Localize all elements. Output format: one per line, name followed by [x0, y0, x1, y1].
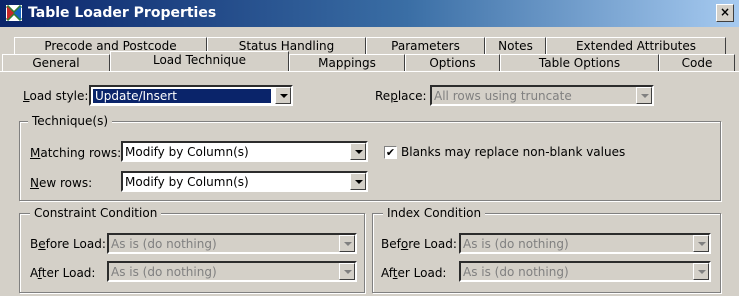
- load-style-select[interactable]: Update/Insert: [89, 85, 293, 106]
- constraint-after-load-label: After Load:: [30, 266, 96, 280]
- matching-rows-label: Matching rows:: [30, 146, 122, 160]
- replace-label: Replace:: [375, 89, 427, 103]
- blanks-checkbox[interactable]: ✔: [384, 146, 397, 159]
- index-after-load-select[interactable]: As is (do nothing): [459, 261, 711, 282]
- index-after-load-label: After Load:: [381, 266, 447, 280]
- constraint-condition-title: Constraint Condition: [30, 206, 162, 220]
- window-title: Table Loader Properties: [28, 5, 217, 21]
- replace-select[interactable]: All rows using truncate: [430, 85, 654, 106]
- matching-rows-select[interactable]: Modify by Column(s): [121, 141, 368, 162]
- table-loader-icon: [6, 5, 22, 21]
- chevron-down-icon[interactable]: [350, 173, 366, 190]
- new-rows-select[interactable]: Modify by Column(s): [121, 171, 368, 192]
- chevron-down-icon[interactable]: [339, 235, 355, 252]
- tab-table-options[interactable]: Table Options: [500, 54, 659, 71]
- close-button[interactable]: ×: [716, 4, 734, 22]
- index-condition-title: Index Condition: [383, 206, 486, 220]
- load-style-label: Load style:: [23, 89, 89, 103]
- close-icon: ×: [719, 5, 731, 19]
- tab-load-technique[interactable]: Load Technique: [110, 51, 289, 71]
- chevron-down-icon[interactable]: [693, 235, 709, 252]
- tab-panel-edge: [0, 71, 739, 72]
- chevron-down-icon[interactable]: [693, 263, 709, 280]
- index-before-load-select[interactable]: As is (do nothing): [459, 233, 711, 254]
- new-rows-label: New rows:: [30, 176, 93, 190]
- tab-options[interactable]: Options: [405, 54, 500, 71]
- constraint-after-load-select[interactable]: As is (do nothing): [107, 261, 357, 282]
- constraint-before-load-select[interactable]: As is (do nothing): [107, 233, 357, 254]
- blanks-checkbox-label[interactable]: Blanks may replace non-blank values: [401, 145, 625, 159]
- tab-notes[interactable]: Notes: [485, 37, 546, 54]
- title-bar: Table Loader Properties ×: [0, 0, 739, 27]
- index-before-load-label: Before Load:: [381, 237, 457, 251]
- tab-parameters[interactable]: Parameters: [366, 37, 485, 54]
- tab-extended-attributes[interactable]: Extended Attributes: [546, 37, 726, 54]
- chevron-down-icon[interactable]: [350, 143, 366, 160]
- technique-group-title: Technique(s): [28, 114, 113, 128]
- tab-general[interactable]: General: [2, 54, 110, 71]
- tab-mappings[interactable]: Mappings: [289, 54, 405, 71]
- chevron-down-icon[interactable]: [636, 87, 652, 104]
- chevron-down-icon[interactable]: [275, 87, 291, 104]
- chevron-down-icon[interactable]: [339, 263, 355, 280]
- checkmark-icon: ✔: [385, 146, 396, 159]
- tab-code[interactable]: Code: [659, 54, 735, 71]
- constraint-before-load-label: Before Load:: [30, 237, 106, 251]
